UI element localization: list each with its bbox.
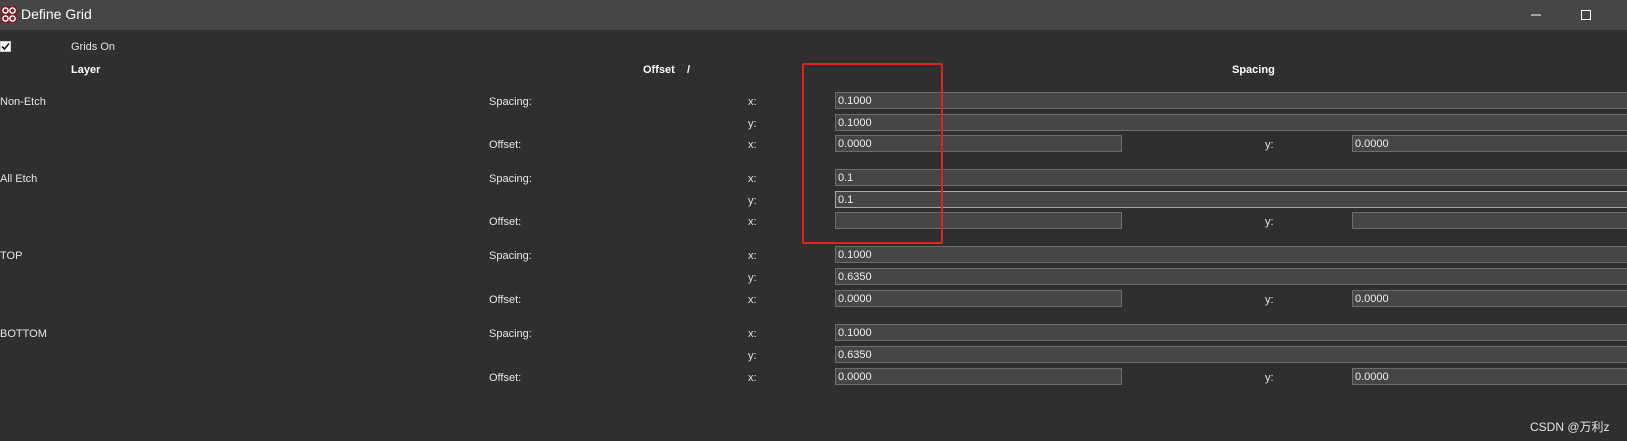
spacing-label: Spacing: xyxy=(489,328,532,340)
spacing-y-label: y: xyxy=(748,118,757,130)
grid-app-icon xyxy=(1,6,17,23)
checkmark-icon xyxy=(1,42,10,51)
spacing-label: Spacing: xyxy=(489,96,532,108)
offset-y-input[interactable] xyxy=(1352,212,1627,229)
offset-x-label: x: xyxy=(748,139,757,151)
spacing-x-label: x: xyxy=(748,96,757,108)
spacing-y-label: y: xyxy=(748,350,757,362)
maximize-button[interactable] xyxy=(1563,0,1609,30)
offset-x-input[interactable] xyxy=(835,212,1122,229)
offset-column-header: Offset xyxy=(643,64,675,76)
offset-y-label: y: xyxy=(1265,294,1274,306)
layer-name: TOP xyxy=(0,250,23,262)
spacing-y-label: y: xyxy=(748,272,757,284)
spacing-label: Spacing: xyxy=(489,250,532,262)
spacing-x-label: x: xyxy=(748,250,757,262)
minimize-icon xyxy=(1531,14,1541,16)
offset-x-input[interactable] xyxy=(835,290,1122,307)
title-bar: Define Grid xyxy=(0,0,1627,30)
header-divider: / xyxy=(687,64,691,76)
offset-x-input[interactable] xyxy=(835,135,1122,152)
offset-label: Offset: xyxy=(489,216,522,228)
minimize-button[interactable] xyxy=(1513,0,1559,30)
spacing-y-input[interactable] xyxy=(835,268,1627,285)
offset-y-label: y: xyxy=(1265,216,1274,228)
spacing-y-input[interactable] xyxy=(835,114,1627,131)
layer-name: BOTTOM xyxy=(0,328,47,340)
offset-y-input[interactable] xyxy=(1352,135,1627,152)
grids-on-checkbox[interactable] xyxy=(0,41,11,52)
offset-x-label: x: xyxy=(748,216,757,228)
spacing-x-input[interactable] xyxy=(835,324,1627,341)
spacing-y-input[interactable] xyxy=(835,346,1627,363)
offset-y-input[interactable] xyxy=(1352,368,1627,385)
spacing-column-header: Spacing xyxy=(1232,64,1275,76)
layer-name: Non-Etch xyxy=(0,96,46,108)
spacing-x-label: x: xyxy=(748,173,757,185)
offset-y-label: y: xyxy=(1265,139,1274,151)
spacing-x-input[interactable] xyxy=(835,246,1627,263)
offset-label: Offset: xyxy=(489,139,522,151)
offset-x-label: x: xyxy=(748,294,757,306)
spacing-x-label: x: xyxy=(748,328,757,340)
grids-on-label: Grids On xyxy=(71,41,116,53)
offset-y-input[interactable] xyxy=(1352,290,1627,307)
spacing-x-input[interactable] xyxy=(835,169,1627,186)
window-title: Define Grid xyxy=(21,6,92,22)
watermark: CSDN @万利z xyxy=(1530,420,1610,434)
spacing-x-input[interactable] xyxy=(835,92,1627,109)
spacing-y-label: y: xyxy=(748,195,757,207)
spacing-y-input[interactable] xyxy=(835,191,1627,208)
layer-name: All Etch xyxy=(0,173,38,185)
maximize-icon xyxy=(1581,10,1591,20)
spacing-label: Spacing: xyxy=(489,173,532,185)
offset-label: Offset: xyxy=(489,294,522,306)
offset-x-input[interactable] xyxy=(835,368,1122,385)
offset-label: Offset: xyxy=(489,372,522,384)
offset-y-label: y: xyxy=(1265,372,1274,384)
layer-column-header: Layer xyxy=(71,64,101,76)
offset-x-label: x: xyxy=(748,372,757,384)
